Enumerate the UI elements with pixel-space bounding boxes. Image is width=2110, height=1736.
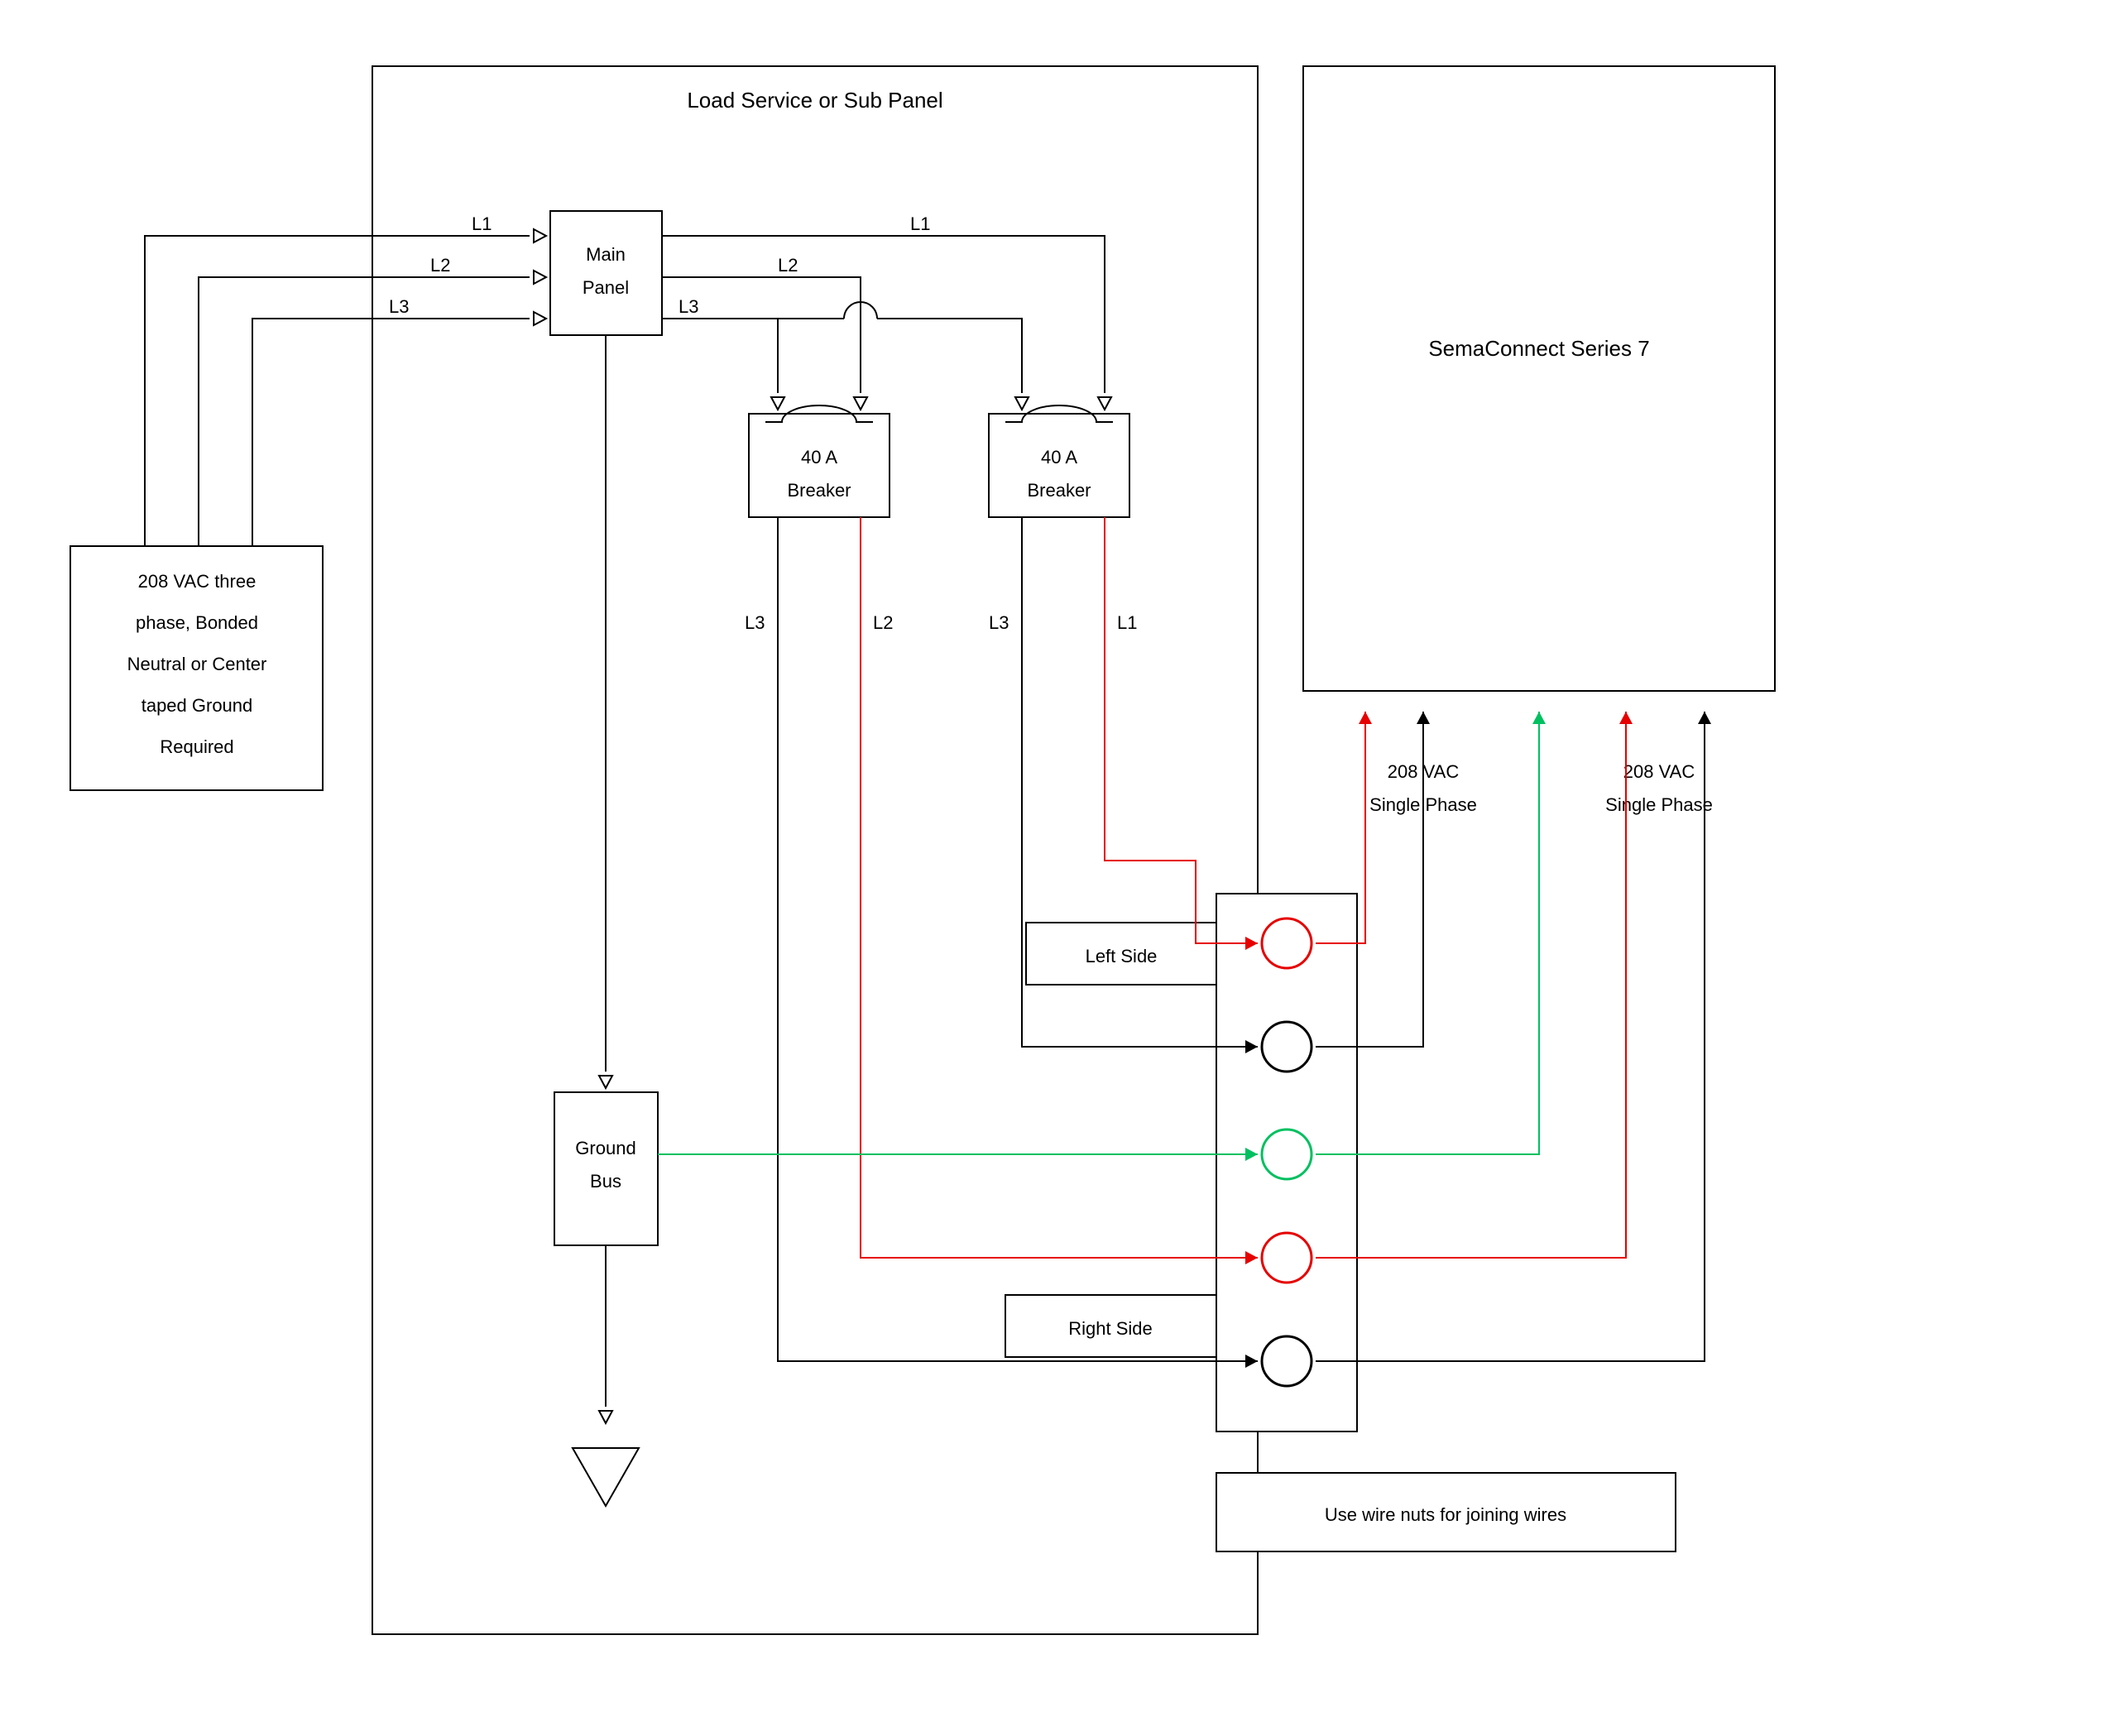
wire-nuts-text: Use wire nuts for joining wires xyxy=(1325,1504,1566,1525)
arrow-t4-dev xyxy=(1619,712,1633,724)
source-line4: taped Ground xyxy=(141,695,253,716)
device-label: SemaConnect Series 7 xyxy=(1428,336,1649,361)
breaker2-l2: Breaker xyxy=(1027,480,1091,501)
lbl-l1-in: L1 xyxy=(472,213,492,234)
terminal-1-red xyxy=(1262,918,1312,968)
breaker1-l1: 40 A xyxy=(801,447,837,468)
lbl-b2-l1: L1 xyxy=(1117,612,1137,633)
source-line3: Neutral or Center xyxy=(127,654,267,674)
source-line1: 208 VAC three xyxy=(138,571,257,592)
wiring-diagram: Load Service or Sub Panel 208 VAC three … xyxy=(0,0,2110,1736)
ground-bus-l2: Bus xyxy=(590,1171,621,1192)
ground-bus-box xyxy=(554,1092,658,1245)
terminal-5-black xyxy=(1262,1336,1312,1386)
arrow-t2-dev xyxy=(1417,712,1430,724)
lbl-b1-l2: L2 xyxy=(873,612,893,633)
wire-t4-dev xyxy=(1316,712,1626,1258)
terminal-3-green xyxy=(1262,1129,1312,1179)
phase-right-l1: 208 VAC xyxy=(1623,761,1695,782)
lbl-b2-l3: L3 xyxy=(989,612,1009,633)
lbl-mp-l3: L3 xyxy=(679,296,698,317)
arrow-t1-dev xyxy=(1359,712,1372,724)
arrow-t3-dev xyxy=(1532,712,1546,724)
main-panel-l1: Main xyxy=(586,244,626,265)
device-box xyxy=(1303,66,1775,691)
lbl-mp-l1: L1 xyxy=(910,213,930,234)
right-side-label: Right Side xyxy=(1068,1318,1153,1339)
left-side-label: Left Side xyxy=(1086,946,1158,966)
terminal-2-black xyxy=(1262,1022,1312,1072)
source-line2: phase, Bonded xyxy=(136,612,258,633)
ground-bus-l1: Ground xyxy=(575,1138,635,1158)
lbl-l2-in: L2 xyxy=(430,255,450,276)
lbl-b1-l3: L3 xyxy=(745,612,765,633)
main-panel-box xyxy=(550,211,662,335)
phase-right-l2: Single Phase xyxy=(1605,794,1713,815)
arrow-t5-dev xyxy=(1698,712,1711,724)
breaker2-l1: 40 A xyxy=(1041,447,1077,468)
service-panel-title: Load Service or Sub Panel xyxy=(687,88,942,113)
source-line5: Required xyxy=(160,736,233,757)
lbl-l3-in: L3 xyxy=(389,296,409,317)
lbl-mp-l2: L2 xyxy=(778,255,798,276)
main-panel-l2: Panel xyxy=(583,277,629,298)
terminal-4-red xyxy=(1262,1233,1312,1283)
breaker1-l2: Breaker xyxy=(787,480,851,501)
service-panel-box xyxy=(372,66,1258,1634)
